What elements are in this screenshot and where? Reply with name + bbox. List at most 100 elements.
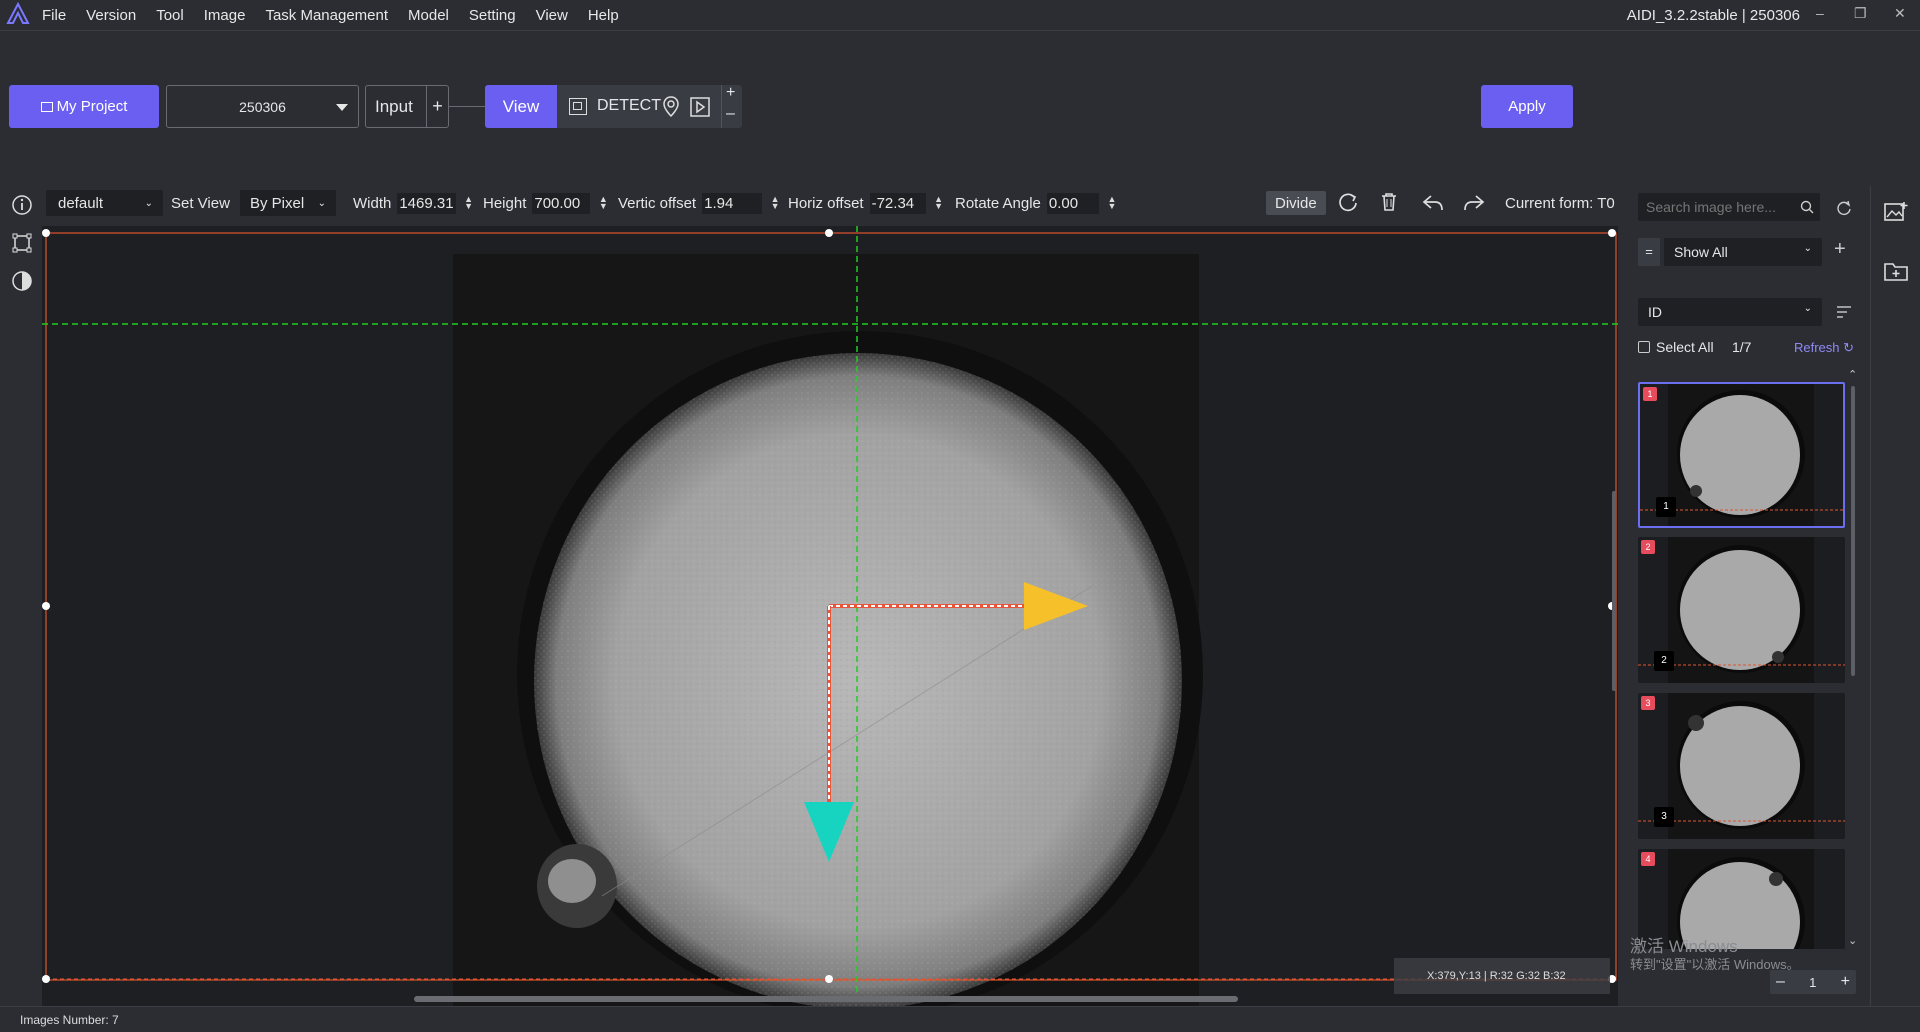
menu-model[interactable]: Model bbox=[408, 7, 449, 24]
set-view-label: Set View bbox=[171, 194, 230, 212]
chevron-down-icon: ⌄ bbox=[317, 197, 326, 209]
page-stepper[interactable]: – 1 + bbox=[1770, 970, 1856, 994]
horiz-offset-field[interactable]: Horiz offset -72.34 ▲ ▼ bbox=[788, 190, 944, 216]
rotate-angle-value: 0.00 bbox=[1046, 192, 1099, 214]
divide-label: Divide bbox=[1275, 194, 1317, 212]
close-button[interactable]: ✕ bbox=[1894, 5, 1906, 22]
page-decrement-button[interactable]: – bbox=[1776, 973, 1785, 991]
scroll-bottom-icon[interactable]: ⌄ bbox=[1848, 934, 1857, 947]
detect-frame-icon bbox=[569, 98, 587, 115]
minimize-button[interactable]: – bbox=[1816, 5, 1824, 21]
spinner-icon[interactable]: ▲ ▼ bbox=[598, 195, 608, 211]
play-frame-icon[interactable] bbox=[690, 97, 710, 117]
spinner-icon[interactable]: ▲ ▼ bbox=[934, 195, 944, 211]
rotate-angle-field[interactable]: Rotate Angle 0.00 ▲ ▼ bbox=[955, 190, 1117, 216]
menu-task-management[interactable]: Task Management bbox=[265, 7, 388, 24]
horiz-offset-label: Horiz offset bbox=[788, 194, 864, 212]
redo-icon[interactable] bbox=[1462, 192, 1486, 214]
thumbnail-item[interactable]: 2 2 bbox=[1638, 537, 1845, 683]
checkbox-icon[interactable] bbox=[1638, 341, 1650, 353]
spinner-icon[interactable]: ▲ ▼ bbox=[1107, 195, 1117, 211]
mode-select[interactable]: By Pixel ⌄ bbox=[240, 190, 336, 216]
location-pin-icon[interactable] bbox=[662, 96, 680, 118]
undo-icon[interactable] bbox=[1421, 192, 1445, 214]
height-field[interactable]: Height 700.00 ▲ ▼ bbox=[483, 190, 608, 216]
remove-step-button[interactable]: – bbox=[726, 105, 735, 123]
contrast-icon[interactable] bbox=[11, 270, 33, 292]
roi-handle[interactable] bbox=[825, 229, 833, 237]
select-all-label: Select All bbox=[1656, 339, 1714, 355]
scroll-top-icon[interactable]: ⌃ bbox=[1848, 368, 1857, 381]
menu-file[interactable]: File bbox=[42, 7, 66, 24]
preset-select[interactable]: default ⌄ bbox=[46, 190, 163, 216]
info-icon[interactable] bbox=[11, 194, 33, 216]
menu-image[interactable]: Image bbox=[204, 7, 246, 24]
width-field[interactable]: Width 1469.31 ▲ ▼ bbox=[353, 190, 474, 216]
mode-value: By Pixel bbox=[250, 194, 305, 212]
refresh-link[interactable]: Refresh ↻ bbox=[1794, 340, 1854, 356]
roi-select-icon[interactable] bbox=[11, 232, 33, 254]
delete-icon[interactable] bbox=[1378, 191, 1400, 213]
version-select[interactable]: 250306 bbox=[166, 85, 359, 128]
view-button[interactable]: View bbox=[485, 85, 557, 128]
image-count: 1/7 bbox=[1732, 339, 1752, 355]
menu-tool[interactable]: Tool bbox=[156, 7, 184, 24]
input-add-button[interactable]: + bbox=[426, 86, 448, 127]
chevron-down-icon: ⌄ bbox=[144, 197, 153, 209]
select-all-checkbox[interactable]: Select All bbox=[1638, 339, 1714, 355]
filter-operator-label: = bbox=[1645, 244, 1653, 259]
detect-label: DETECT bbox=[597, 97, 661, 114]
page-increment-button[interactable]: + bbox=[1841, 973, 1850, 991]
add-image-icon[interactable] bbox=[1883, 200, 1909, 224]
sort-select[interactable]: ID ⌄ bbox=[1638, 298, 1822, 326]
thumbnail-image bbox=[1668, 849, 1814, 949]
apply-button[interactable]: Apply bbox=[1481, 85, 1573, 128]
thumbnail-item[interactable]: 3 3 bbox=[1638, 693, 1845, 839]
horiz-offset-value: -72.34 bbox=[869, 192, 926, 214]
thumbnail-item[interactable]: 4 bbox=[1638, 849, 1845, 949]
divide-button[interactable]: Divide bbox=[1266, 191, 1326, 215]
roi-handle[interactable] bbox=[42, 229, 50, 237]
disc-defect-highlight bbox=[548, 859, 596, 903]
horizontal-scrollbar[interactable] bbox=[414, 996, 1238, 1002]
search-box[interactable] bbox=[1638, 193, 1820, 221]
search-input[interactable] bbox=[1646, 197, 1794, 217]
my-project-label: My Project bbox=[56, 98, 128, 115]
image-list-panel: = Show All ⌄ + ID ⌄ Select All 1/7 Refre… bbox=[1624, 186, 1870, 1006]
roi-handle[interactable] bbox=[825, 975, 833, 983]
page-value[interactable]: 1 bbox=[1809, 975, 1816, 990]
menu-version[interactable]: Version bbox=[86, 7, 136, 24]
spinner-icon[interactable]: ▲ ▼ bbox=[770, 195, 780, 211]
my-project-button[interactable]: My Project bbox=[9, 85, 159, 128]
menu-view[interactable]: View bbox=[536, 7, 568, 24]
height-value: 700.00 bbox=[532, 192, 591, 214]
roi-handle[interactable] bbox=[1608, 229, 1616, 237]
menu-setting[interactable]: Setting bbox=[469, 7, 516, 24]
restore-button[interactable]: ❐ bbox=[1854, 5, 1867, 22]
filter-operator[interactable]: = bbox=[1638, 238, 1660, 266]
app-logo-icon bbox=[6, 2, 30, 24]
canvas-svg[interactable] bbox=[42, 226, 1618, 1006]
add-folder-icon[interactable] bbox=[1883, 260, 1909, 282]
width-label: Width bbox=[353, 194, 392, 212]
thumbnail-number: 3 bbox=[1654, 807, 1674, 827]
roi-handle[interactable] bbox=[42, 975, 50, 983]
refresh-icon[interactable] bbox=[1836, 200, 1852, 216]
thumbnail-scrollbar[interactable] bbox=[1851, 386, 1855, 676]
image-canvas[interactable]: X:379,Y:13 | R:32 G:32 B:32 bbox=[42, 226, 1618, 1006]
search-icon[interactable] bbox=[1800, 200, 1814, 214]
add-filter-button[interactable]: + bbox=[1834, 238, 1846, 261]
add-step-button[interactable]: + bbox=[726, 84, 735, 102]
vertic-offset-field[interactable]: Vertic offset 1.94 ▲ ▼ bbox=[618, 190, 780, 216]
roi-handle[interactable] bbox=[42, 602, 50, 610]
rotate-icon[interactable] bbox=[1337, 192, 1359, 214]
vertic-offset-label: Vertic offset bbox=[618, 194, 697, 212]
filter-select[interactable]: Show All ⌄ bbox=[1664, 238, 1822, 266]
vertical-scrollbar[interactable] bbox=[1612, 491, 1616, 691]
set-view-button[interactable]: Set View bbox=[171, 190, 230, 216]
spinner-icon[interactable]: ▲ ▼ bbox=[464, 195, 474, 211]
menu-help[interactable]: Help bbox=[588, 7, 619, 24]
thumbnail-item[interactable]: 1 1 bbox=[1638, 382, 1845, 528]
sort-order-icon[interactable] bbox=[1836, 305, 1852, 319]
input-node[interactable]: Input + bbox=[365, 85, 449, 128]
